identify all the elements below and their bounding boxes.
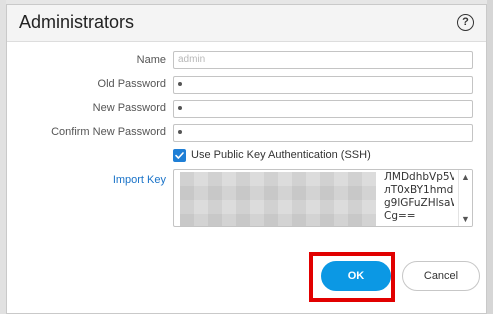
password-dot <box>178 106 182 111</box>
cancel-button[interactable]: Cancel <box>402 261 480 291</box>
name-input[interactable]: admin <box>173 51 473 69</box>
password-dot <box>178 82 182 87</box>
scroll-up-icon[interactable]: ▲ <box>461 172 470 182</box>
use-public-key-checkbox[interactable] <box>173 149 186 162</box>
administrators-dialog: Administrators ? Name admin Old Password… <box>6 4 487 314</box>
key-line-3: g9lGFuZHlsaW <box>384 197 454 209</box>
password-dot <box>178 130 182 135</box>
question-circle-icon[interactable]: ? <box>457 14 474 31</box>
confirm-password-input[interactable] <box>173 124 473 142</box>
textarea-scrollbar[interactable]: ▲ ▼ <box>458 170 472 226</box>
key-line-2: лТ0xBY1hmdEh <box>384 184 454 196</box>
name-label: Name <box>136 54 166 66</box>
import-key-link[interactable]: Import Key <box>113 174 166 186</box>
key-line-4: Cg== <box>384 210 416 222</box>
ok-button[interactable]: OK <box>321 261 391 291</box>
new-password-label: New Password <box>92 102 166 114</box>
confirm-password-label: Confirm New Password <box>51 126 166 138</box>
backdrop-right <box>487 0 493 314</box>
key-line-1: ЛМDdhbVp5V0l <box>384 171 454 183</box>
use-public-key-label: Use Public Key Authentication (SSH) <box>191 149 371 161</box>
check-icon <box>175 152 184 159</box>
import-key-textarea[interactable]: ЛМDdhbVp5V0l лТ0xBY1hmdEh g9lGFuZHlsaW C… <box>173 169 473 227</box>
new-password-input[interactable] <box>173 100 473 118</box>
old-password-label: Old Password <box>97 78 166 90</box>
dialog-title: Administrators <box>19 12 135 32</box>
dialog-header: Administrators ? <box>7 5 486 42</box>
old-password-input[interactable] <box>173 76 473 94</box>
name-placeholder: admin <box>178 54 206 65</box>
scroll-down-icon[interactable]: ▼ <box>461 214 470 224</box>
key-text: ЛМDdhbVp5V0l лТ0xBY1hmdEh g9lGFuZHlsaW C… <box>178 171 454 223</box>
